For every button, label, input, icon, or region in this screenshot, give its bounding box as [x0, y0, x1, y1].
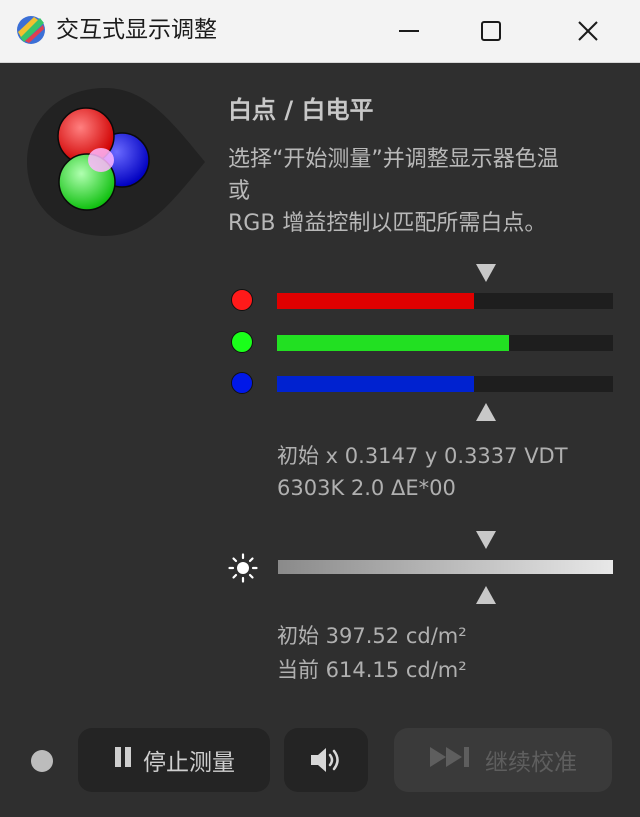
window-title: 交互式显示调整 [56, 17, 217, 43]
maximize-icon[interactable] [474, 14, 508, 48]
red-gain-bar [277, 293, 613, 309]
app-logo-icon [17, 16, 45, 44]
stop-measurement-label: 停止测量 [143, 750, 235, 776]
green-gain-fill [277, 335, 509, 351]
pause-icon [113, 746, 133, 774]
section-title: 白点 / 白电平 [228, 96, 374, 124]
red-gain-fill [277, 293, 474, 309]
luminance-current: 当前 614.15 cd/m² [277, 658, 467, 682]
brightness-icon [228, 553, 258, 583]
minimize-icon[interactable] [392, 14, 426, 48]
description-line: RGB 增益控制以匹配所需白点。 [228, 211, 547, 236]
luminance-initial: 初始 397.52 cd/m² [277, 624, 467, 648]
description-line: 选择“开始测量”并调整显示器色温 [228, 147, 559, 172]
green-channel-dot [231, 331, 253, 353]
stop-measurement-button[interactable]: 停止测量 [78, 728, 270, 792]
blue-channel-dot [231, 372, 253, 394]
luminance-bar [278, 560, 613, 574]
white-point-readout-1: 初始 x 0.3147 y 0.3337 VDT [277, 444, 568, 468]
green-gain-bar [277, 335, 613, 351]
sound-toggle-button[interactable] [284, 728, 368, 792]
rgb-circles-icon [27, 88, 205, 236]
section-description: 选择“开始测量”并调整显示器色温 或 RGB 增益控制以匹配所需白点。 [228, 144, 559, 240]
skip-forward-icon [429, 746, 475, 774]
target-marker-top [475, 263, 497, 283]
luminance-marker-top [475, 530, 497, 550]
status-indicator [31, 750, 53, 772]
speaker-icon [311, 748, 339, 772]
luminance-marker-bottom [475, 585, 497, 605]
description-line: 或 [228, 179, 251, 204]
continue-calibration-button[interactable]: 继续校准 [394, 728, 612, 792]
title-bar: 交互式显示调整 [0, 0, 640, 63]
blue-gain-fill [277, 376, 474, 392]
blue-gain-bar [277, 376, 613, 392]
red-channel-dot [231, 289, 253, 311]
target-marker-bottom [475, 402, 497, 422]
white-point-readout-2: 6303K 2.0 ΔE*00 [277, 476, 456, 500]
continue-calibration-label: 继续校准 [485, 750, 577, 776]
close-icon[interactable] [571, 14, 605, 48]
